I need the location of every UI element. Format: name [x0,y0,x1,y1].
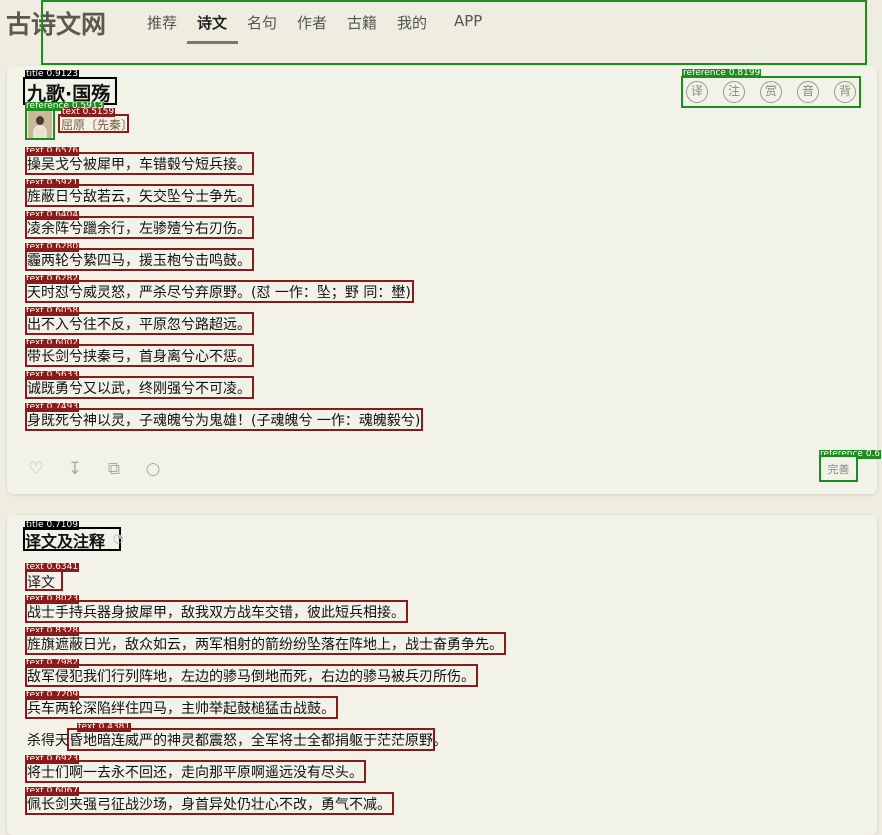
nav-classics[interactable]: 古籍 [347,12,377,33]
poem-line: 霾两轮兮絷四马，援玉枹兮击鸣鼓。 [27,253,251,269]
translation-card: title 0.7109 译文及注释 ◔ text 0.6341 译文 text 0… [7,515,877,835]
poem-line: 操吴戈兮被犀甲，车错毂兮短兵接。 [27,157,251,173]
translation-line: 兵车两轮深陷绊住四马，主帅举起鼓槌猛击战鼓。 [27,701,335,717]
poem-line: 凌余阵兮躐余行，左骖殪兮右刃伤。 [27,221,251,237]
favorite-heart-icon[interactable]: ♡ [25,458,47,480]
overlay-box-tools [681,76,861,108]
nav-poems[interactable]: 诗文 [197,12,227,33]
nav-authors[interactable]: 作者 [297,12,327,33]
copy-icon[interactable]: ⧉ [103,458,125,480]
poem-line: 带长剑兮挟秦弓，首身离兮心不惩。 [27,349,251,365]
download-icon[interactable]: ↧ [64,458,86,480]
poem-card: title 0.9123 九歌·国殇 reference 0.5913 text… [7,66,882,494]
poem-line: 旌蔽日兮敌若云，矢交坠兮士争先。 [27,189,251,205]
top-header: 古诗文网 推荐 诗文 名句 作者 古籍 我的 APP [0,0,882,44]
audio-icon[interactable]: ○ [142,458,164,480]
poem-line: 出不入兮往不反，平原忽兮路超远。 [27,317,251,333]
translation-line: 佩长剑夹强弓征战沙场，身首异处仍壮心不改，勇气不减。 [27,797,391,813]
nav-app[interactable]: APP [454,12,482,30]
section-speaker-icon[interactable]: ◔ [113,531,127,545]
overlay-box-perfect [819,455,858,482]
poem-line: 天时怼兮威灵怒，严杀尽兮弃原野。(怼 一作：坠；野 同：壄) [27,285,411,301]
poem-line: 诚既勇兮又以武，终刚强兮不可凌。 [27,381,251,397]
translation-line: 战士手持兵器身披犀甲，敌我双方战车交错，彼此短兵相接。 [27,605,405,621]
translation-line: 杀得天昏地暗连威严的神灵都震怒，全军将士全都捐躯于茫茫原野。 [27,733,447,749]
nav-active-indicator [187,41,238,44]
overlay-box-avatar [25,109,55,140]
translation-label: 译文 [27,575,55,591]
nav-recommend[interactable]: 推荐 [147,12,177,33]
site-logo[interactable]: 古诗文网 [6,5,106,41]
nav-quotes[interactable]: 名句 [247,12,277,33]
nav-mine[interactable]: 我的 [397,12,427,33]
translation-line: 旌旗遮蔽日光，敌众如云，两军相射的箭纷纷坠落在阵地上，战士奋勇争先。 [27,637,503,653]
author-name[interactable]: 屈原〔先秦〕 [61,116,133,133]
translation-line: 将士们啊一去永不回还，走向那平原啊遥远没有尽头。 [27,765,363,781]
poem-line: 身既死兮神以灵，子魂魄兮为鬼雄！(子魂魄兮 一作：魂魄毅兮) [27,413,421,429]
section-title: 译文及注释 [25,532,106,551]
translation-line: 敌军侵犯我们行列阵地，左边的骖马倒地而死，右边的骖马被兵刃所伤。 [27,669,475,685]
